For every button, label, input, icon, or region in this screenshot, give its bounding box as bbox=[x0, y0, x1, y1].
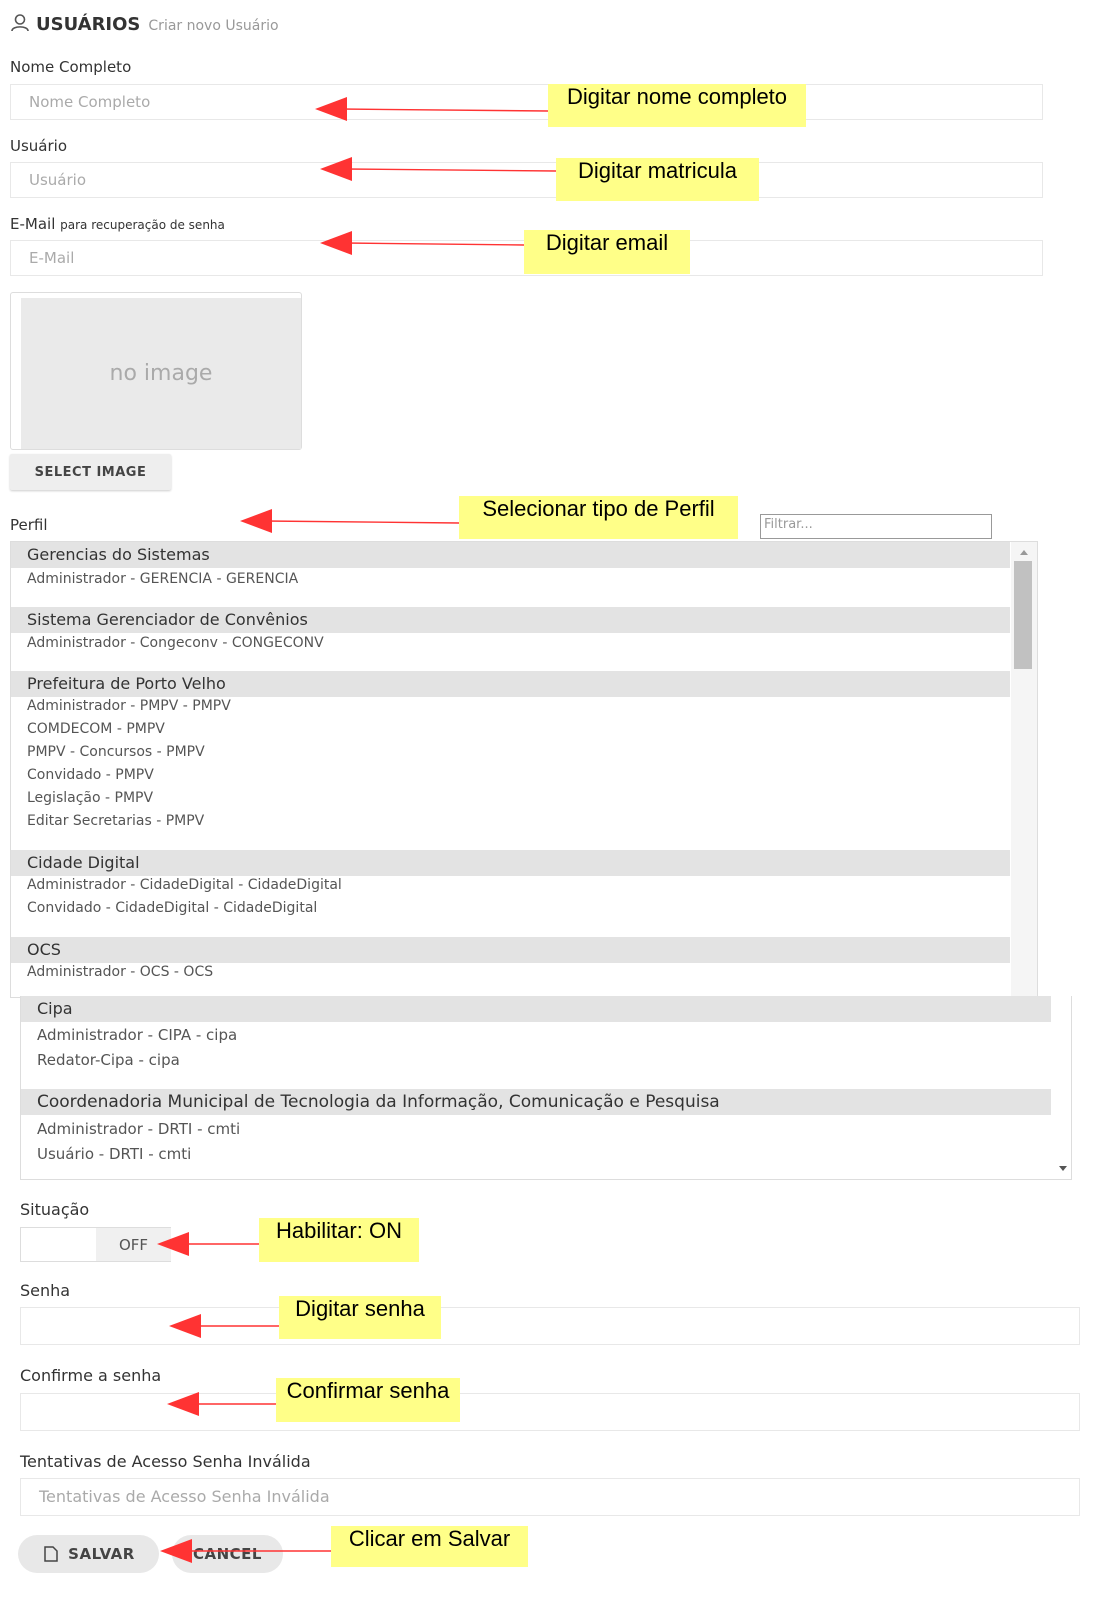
page-header: USUÁRIOS Criar novo Usuário bbox=[10, 10, 279, 35]
annotation-note: Digitar nome completo bbox=[548, 84, 806, 127]
user-icon bbox=[11, 14, 29, 32]
perfil-group: Cidade Digital bbox=[11, 850, 1010, 876]
annotation-note: Digitar senha bbox=[279, 1296, 441, 1339]
perfil-group: Prefeitura de Porto Velho bbox=[11, 671, 1010, 697]
save-button-label: SALVAR bbox=[68, 1545, 135, 1563]
annotation-note: Selecionar tipo de Perfil bbox=[459, 496, 738, 539]
perfil-option[interactable]: Administrador - OCS - OCS bbox=[27, 964, 213, 980]
scroll-up-icon[interactable] bbox=[1020, 550, 1028, 555]
perfil-option[interactable]: Redator-Cipa - cipa bbox=[37, 1051, 180, 1069]
annotation-text: Clicar em Salvar bbox=[348, 1526, 511, 1551]
perfil-option[interactable]: Administrador - PMPV - PMPV bbox=[27, 698, 231, 714]
annotation-text: Selecionar tipo de Perfil bbox=[482, 496, 715, 521]
perfil-option[interactable]: Convidado - CidadeDigital - CidadeDigita… bbox=[27, 900, 317, 916]
tentativas-input[interactable]: Tentativas de Acesso Senha Inválida bbox=[20, 1478, 1080, 1516]
page-subtitle: Criar novo Usuário bbox=[148, 18, 279, 34]
perfil-group: Coordenadoria Municipal de Tecnologia da… bbox=[21, 1089, 1051, 1115]
file-icon bbox=[44, 1546, 58, 1562]
page-title: USUÁRIOS bbox=[36, 14, 141, 35]
tentativas-label: Tentativas de Acesso Senha Inválida bbox=[20, 1452, 311, 1471]
perfil-option[interactable]: Administrador - Congeconv - CONGECONV bbox=[27, 635, 324, 651]
annotation-text: Habilitar: ON bbox=[276, 1218, 402, 1243]
annotation-text: Digitar senha bbox=[295, 1296, 425, 1321]
email-label: E-Mail para recuperação de senha bbox=[10, 215, 225, 233]
perfil-group: Gerencias do Sistemas bbox=[11, 542, 1010, 568]
annotation-note: Digitar matricula bbox=[556, 158, 759, 201]
perfil-filter-input[interactable]: Filtrar... bbox=[760, 514, 992, 539]
image-preview: no image bbox=[10, 292, 302, 450]
perfil-option[interactable]: PMPV - Concursos - PMPV bbox=[27, 744, 205, 760]
perfil-option[interactable]: Administrador - DRTI - cmti bbox=[37, 1120, 240, 1138]
perfil-group: Cipa bbox=[21, 996, 1051, 1022]
scroll-down-icon[interactable] bbox=[1059, 1166, 1067, 1171]
perfil-option[interactable]: Administrador - CIPA - cipa bbox=[37, 1026, 237, 1044]
perfil-option[interactable]: COMDECOM - PMPV bbox=[27, 721, 165, 737]
perfil-label: Perfil bbox=[10, 516, 48, 534]
annotation-note: Clicar em Salvar bbox=[331, 1526, 528, 1567]
nome-input[interactable]: Nome Completo bbox=[10, 84, 1043, 120]
situacao-toggle[interactable]: OFF bbox=[20, 1227, 171, 1262]
annotation-text: Confirmar senha bbox=[286, 1378, 450, 1403]
cancel-button[interactable]: CANCEL bbox=[172, 1535, 283, 1573]
perfil-option[interactable]: Administrador - CidadeDigital - CidadeDi… bbox=[27, 877, 342, 893]
confirme-label: Confirme a senha bbox=[20, 1366, 162, 1385]
usuario-label: Usuário bbox=[10, 137, 68, 155]
select-image-button[interactable]: SELECT IMAGE bbox=[10, 454, 171, 490]
perfil-option[interactable]: Editar Secretarias - PMPV bbox=[27, 813, 204, 829]
scrollbar-thumb[interactable] bbox=[1014, 561, 1032, 669]
senha-input[interactable] bbox=[20, 1307, 1080, 1345]
perfil-option[interactable]: Convidado - PMPV bbox=[27, 767, 154, 783]
toggle-state: OFF bbox=[96, 1228, 171, 1261]
annotation-text: Digitar matricula bbox=[578, 158, 737, 183]
nome-label: Nome Completo bbox=[10, 58, 132, 76]
annotation-note: Digitar email bbox=[524, 230, 690, 274]
annotation-note: Habilitar: ON bbox=[259, 1218, 419, 1262]
listbox-scrollbar[interactable] bbox=[1011, 542, 1037, 997]
perfil-option[interactable]: Usuário - DRTI - cmti bbox=[37, 1145, 191, 1163]
perfil-listbox-continued[interactable]: Cipa Administrador - CIPA - cipa Redator… bbox=[20, 996, 1072, 1180]
confirme-senha-input[interactable] bbox=[20, 1393, 1080, 1431]
annotation-text: Digitar nome completo bbox=[566, 84, 788, 109]
situacao-label: Situação bbox=[20, 1200, 90, 1219]
usuario-input[interactable]: Usuário bbox=[10, 162, 1043, 198]
annotation-text: Digitar email bbox=[545, 230, 669, 255]
annotation-note: Confirmar senha bbox=[276, 1378, 460, 1422]
email-hint: para recuperação de senha bbox=[60, 218, 225, 232]
email-label-text: E-Mail bbox=[10, 215, 56, 233]
perfil-option[interactable]: Administrador - GERENCIA - GERENCIA bbox=[27, 571, 298, 587]
save-button[interactable]: SALVAR bbox=[18, 1535, 159, 1573]
perfil-option[interactable]: Legislação - PMPV bbox=[27, 790, 153, 806]
image-placeholder: no image bbox=[21, 298, 301, 449]
perfil-group: OCS bbox=[11, 937, 1010, 963]
arrow-left-icon bbox=[240, 509, 272, 533]
senha-label: Senha bbox=[20, 1281, 71, 1300]
perfil-listbox[interactable]: Gerencias do Sistemas Administrador - GE… bbox=[10, 541, 1038, 998]
perfil-group: Sistema Gerenciador de Convênios bbox=[11, 607, 1010, 633]
